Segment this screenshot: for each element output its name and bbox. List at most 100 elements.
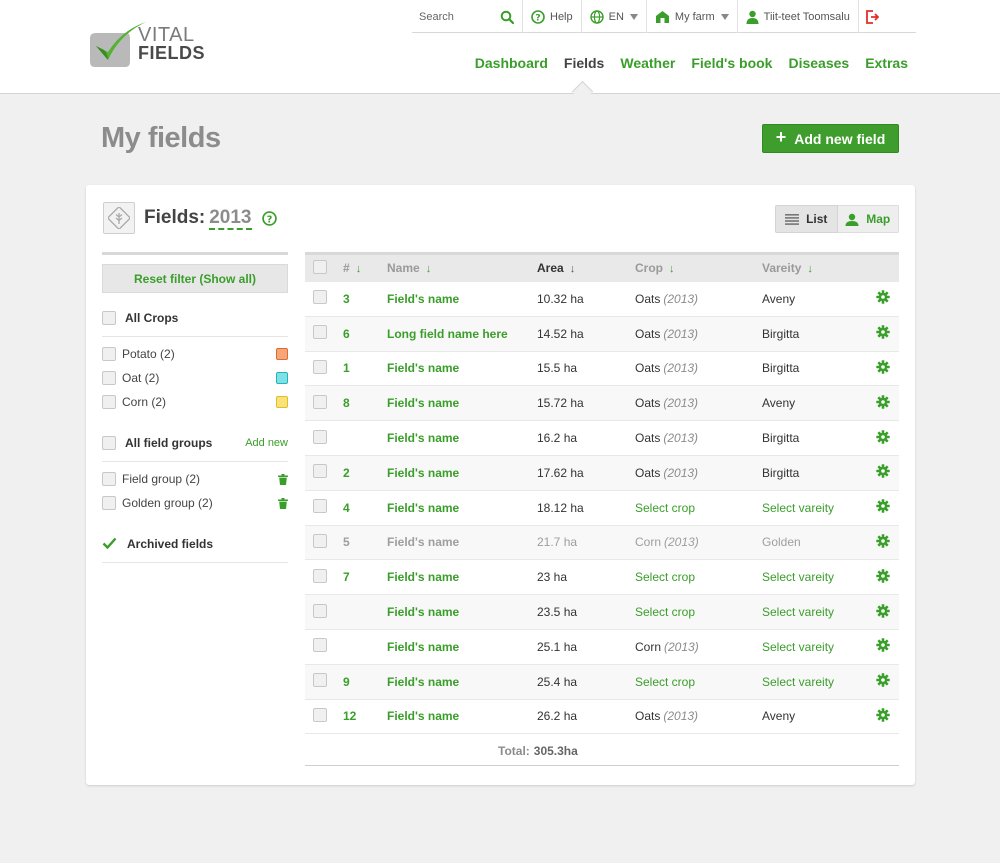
select-crop-link[interactable]: Select crop [635, 664, 762, 700]
table-row[interactable]: 3 Field's name 10.32 ha Oats (2013) Aveny [305, 281, 899, 317]
search-icon[interactable] [500, 10, 514, 24]
gear-icon[interactable] [876, 569, 890, 583]
field-name-link[interactable]: Field's name [387, 629, 537, 665]
nav-dashboard[interactable]: Dashboard [475, 55, 548, 71]
row-checkbox[interactable] [313, 673, 327, 688]
reset-filter-button[interactable]: Reset filter (Show all) [102, 264, 288, 293]
field-group-item[interactable]: Field group (2) [102, 467, 288, 491]
help-link[interactable]: ? Help [522, 0, 581, 33]
row-checkbox[interactable] [313, 394, 327, 409]
row-checkbox[interactable] [313, 290, 327, 305]
row-checkbox[interactable] [313, 499, 327, 514]
logo[interactable]: VITAL FIELDS [88, 20, 208, 70]
field-name-link[interactable]: Field's name [387, 594, 537, 630]
select-crop-link[interactable]: Select crop [635, 594, 762, 630]
table-row[interactable]: 9 Field's name 25.4 ha Select crop Select va… [305, 664, 899, 700]
table-row[interactable]: 8 Field's name 15.72 ha Oats (2013) Aveny [305, 385, 899, 422]
gear-icon[interactable] [876, 638, 890, 653]
table-row[interactable]: 7 Field's name 23 ha Select crop Select vare… [305, 559, 899, 596]
select-variety-link[interactable]: Select vareity [762, 664, 867, 700]
gear-icon[interactable] [876, 534, 890, 548]
gear-icon[interactable] [876, 360, 890, 374]
nav-diseases[interactable]: Diseases [788, 55, 849, 71]
field-name-link[interactable]: Field's name [387, 699, 537, 735]
gear-icon[interactable] [876, 499, 890, 513]
field-name-link[interactable]: Field's name [387, 281, 537, 317]
field-name-link[interactable]: Field's name [387, 664, 537, 700]
select-crop-link[interactable]: Select crop [635, 559, 762, 596]
select-all-checkbox[interactable] [313, 259, 327, 274]
table-row[interactable]: 12 Field's name 26.2 ha Oats (2013) Aveny [305, 699, 899, 735]
add-new-field-button[interactable]: + Add new field [762, 124, 899, 153]
field-name-link[interactable]: Field's name [387, 525, 537, 561]
sort-by-name[interactable]: Name ↓ [387, 254, 537, 282]
row-checkbox[interactable] [313, 603, 327, 618]
field-group-checkbox[interactable] [102, 496, 116, 510]
table-row[interactable]: 2 Field's name 17.62 ha Oats (2013) Birgitta [305, 455, 899, 491]
help-icon[interactable]: ? [262, 211, 277, 226]
logout-button[interactable] [857, 0, 885, 33]
field-name-link[interactable]: Field's name [387, 351, 537, 387]
select-variety-link[interactable]: Select vareity [762, 629, 867, 665]
table-row[interactable]: 4 Field's name 18.12 ha Select crop Select v… [305, 490, 899, 526]
field-group-checkbox[interactable] [102, 472, 116, 486]
table-row[interactable]: 5 Field's name 21.7 ha Corn (2013) Golden [305, 525, 899, 561]
crop-checkbox[interactable] [102, 371, 116, 385]
sort-by-variety[interactable]: Vareity ↓ [762, 254, 867, 282]
table-row[interactable]: Field's name 23.5 ha Select crop Select var… [305, 594, 899, 630]
row-checkbox[interactable] [313, 325, 327, 340]
map-view-button[interactable]: Map [837, 205, 899, 233]
table-row[interactable]: Field's name 16.2 ha Oats (2013) Birgitta [305, 420, 899, 456]
search-input[interactable]: Search [419, 11, 454, 23]
crop-filter-oat[interactable]: Oat (2) [102, 366, 288, 390]
sort-by-area[interactable]: Area ↓ [537, 254, 635, 282]
row-checkbox[interactable] [313, 464, 327, 479]
user-menu[interactable]: Tiit-teet Toomsalu [736, 0, 858, 33]
field-name-link[interactable]: Long field name here [387, 316, 537, 352]
gear-icon[interactable] [876, 325, 890, 339]
gear-icon[interactable] [876, 708, 890, 722]
row-checkbox[interactable] [313, 359, 327, 374]
add-field-group-link[interactable]: Add new [245, 437, 288, 449]
table-row[interactable]: Field's name 25.1 ha Corn (2013) Select vare… [305, 629, 899, 665]
all-crops-filter[interactable]: All Crops [102, 299, 288, 337]
sort-by-number[interactable]: # ↓ [343, 254, 387, 282]
gear-icon[interactable] [876, 673, 890, 687]
row-checkbox[interactable] [313, 707, 327, 722]
field-name-link[interactable]: Field's name [387, 385, 537, 422]
all-field-groups-checkbox[interactable] [102, 435, 116, 450]
select-variety-link[interactable]: Select vareity [762, 594, 867, 630]
table-row[interactable]: 6 Long field name here 14.52 ha Oats (2013) B… [305, 316, 899, 352]
nav-weather[interactable]: Weather [620, 55, 675, 71]
select-crop-link[interactable]: Select crop [635, 490, 762, 526]
gear-icon[interactable] [876, 290, 890, 304]
gear-icon[interactable] [876, 395, 890, 409]
language-selector[interactable]: EN [580, 0, 646, 33]
search-box[interactable]: Search [412, 0, 522, 33]
crop-checkbox[interactable] [102, 395, 116, 409]
field-group-item[interactable]: Golden group (2) [102, 491, 288, 515]
row-checkbox[interactable] [313, 429, 327, 444]
crop-checkbox[interactable] [102, 347, 116, 361]
select-variety-link[interactable]: Select vareity [762, 559, 867, 596]
nav-fields-book[interactable]: Field's book [691, 55, 772, 71]
select-variety-link[interactable]: Select vareity [762, 490, 867, 526]
all-field-groups-filter[interactable]: All field groups Add new [102, 424, 288, 462]
field-name-link[interactable]: Field's name [387, 490, 537, 526]
gear-icon[interactable] [876, 603, 890, 618]
row-checkbox[interactable] [313, 533, 327, 548]
trash-icon[interactable] [278, 497, 288, 509]
year-selector[interactable]: 2013 [209, 207, 252, 230]
field-name-link[interactable]: Field's name [387, 455, 537, 491]
list-view-button[interactable]: List [775, 205, 838, 233]
row-checkbox[interactable] [313, 638, 327, 653]
archived-fields-checkbox[interactable] [102, 537, 118, 551]
field-name-link[interactable]: Field's name [387, 559, 537, 596]
gear-icon[interactable] [876, 464, 890, 479]
sort-by-crop[interactable]: Crop ↓ [635, 254, 762, 282]
gear-icon[interactable] [876, 429, 890, 444]
farm-selector[interactable]: My farm [645, 0, 737, 33]
row-checkbox[interactable] [313, 568, 327, 583]
table-row[interactable]: 1 Field's name 15.5 ha Oats (2013) Birgitta [305, 351, 899, 387]
field-name-link[interactable]: Field's name [387, 420, 537, 456]
